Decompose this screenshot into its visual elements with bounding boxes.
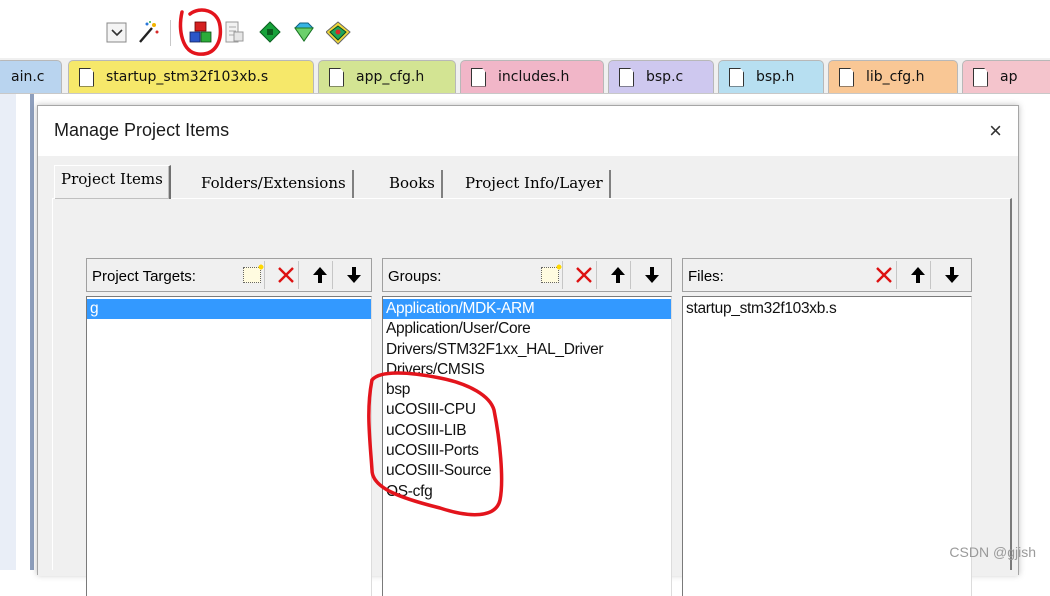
groups-group: Groups: Application/MDK-ARM Application/… <box>382 258 672 596</box>
tab-lib-cfg-h[interactable]: lib_cfg.h <box>828 60 958 93</box>
tab-books[interactable]: Books <box>383 170 443 198</box>
delete-group-button[interactable] <box>571 261 597 289</box>
list-item[interactable]: g <box>87 299 371 320</box>
file-icon <box>729 67 744 87</box>
files-list[interactable]: startup_stm32f103xb.s <box>682 296 972 596</box>
groups-label: Groups: <box>388 268 442 285</box>
move-target-up-button[interactable] <box>307 261 333 289</box>
tab-project-info-layer[interactable]: Project Info/Layer <box>459 170 611 198</box>
files-label: Files: <box>688 268 724 285</box>
delete-icon <box>277 267 294 283</box>
move-file-up-button[interactable] <box>905 261 931 289</box>
project-targets-list[interactable]: g <box>86 296 372 596</box>
close-icon[interactable]: × <box>989 120 1002 142</box>
dialog-body: Project Items Folders/Extensions Books P… <box>38 156 1018 596</box>
arrow-up-icon <box>910 267 925 283</box>
list-item[interactable]: Drivers/CMSIS <box>383 360 671 380</box>
tab-label: bsp.h <box>756 69 795 85</box>
new-group-button[interactable] <box>537 261 563 289</box>
gem-icon[interactable] <box>292 20 316 44</box>
tab-bsp-c[interactable]: bsp.c <box>608 60 714 93</box>
move-file-down-button[interactable] <box>939 261 965 289</box>
tab-bsp-h[interactable]: bsp.h <box>718 60 824 93</box>
project-targets-group: Project Targets: g <box>86 258 372 596</box>
tab-label: startup_stm32f103xb.s <box>106 69 269 85</box>
dialog-title: Manage Project Items <box>54 120 230 140</box>
arrow-down-icon <box>347 267 361 283</box>
file-icon <box>471 67 486 87</box>
file-icon <box>839 67 854 87</box>
list-item[interactable]: uCOSIII-Source <box>383 461 671 481</box>
toolbar-separator <box>170 20 171 46</box>
list-item[interactable]: Drivers/STM32F1xx_HAL_Driver <box>383 340 671 360</box>
tab-label: lib_cfg.h <box>866 69 925 85</box>
dropdown-arrow-icon[interactable] <box>106 20 130 44</box>
move-group-down-button[interactable] <box>639 261 665 289</box>
arrow-down-icon <box>945 267 959 283</box>
list-item[interactable]: startup_stm32f103xb.s <box>683 299 971 319</box>
manage-project-items-icon[interactable] <box>188 20 212 44</box>
tab-label: app_cfg.h <box>356 69 425 85</box>
tab-app-cfg-h[interactable]: app_cfg.h <box>318 60 456 93</box>
list-item[interactable]: bsp <box>383 380 671 400</box>
arrow-down-icon <box>645 267 659 283</box>
tab-project-items[interactable]: Project Items <box>54 165 171 199</box>
tab-label: ain.c <box>11 69 45 85</box>
tab-label: ap <box>1000 69 1018 85</box>
watermark: CSDN @gjish <box>949 544 1036 560</box>
list-item[interactable]: uCOSIII-LIB <box>383 421 671 441</box>
tab-includes-h[interactable]: includes.h <box>460 60 604 93</box>
groups-header: Groups: <box>382 258 672 292</box>
file-icon <box>79 67 94 87</box>
editor-margin-line <box>30 94 34 570</box>
delete-icon <box>575 267 592 283</box>
files-header: Files: <box>682 258 972 292</box>
list-item[interactable]: uCOSIII-CPU <box>383 400 671 420</box>
project-targets-header: Project Targets: <box>86 258 372 292</box>
list-item[interactable]: OS-cfg <box>383 482 671 502</box>
tab-folders-extensions[interactable]: Folders/Extensions <box>195 170 354 198</box>
list-item[interactable]: Application/MDK-ARM <box>383 299 671 320</box>
new-target-button[interactable] <box>239 261 265 289</box>
tab-label: bsp.c <box>646 69 684 85</box>
file-icon <box>329 67 344 87</box>
arrow-up-icon <box>610 267 625 283</box>
tab-main-c[interactable]: ain.c <box>0 60 62 93</box>
manage-project-items-dialog: Manage Project Items × Project Items Fol… <box>37 105 1019 596</box>
delete-file-button[interactable] <box>871 261 897 289</box>
file-icon <box>973 67 988 87</box>
magic-wand-icon[interactable] <box>136 20 160 44</box>
list-item[interactable]: uCOSIII-Ports <box>383 441 671 461</box>
list-item[interactable]: Application/User/Core <box>383 319 671 339</box>
new-item-icon <box>242 263 265 283</box>
toolbar <box>0 0 1050 58</box>
editor-tab-strip: ain.c startup_stm32f103xb.s app_cfg.h in… <box>0 58 1050 94</box>
books-icon[interactable] <box>222 20 246 44</box>
delete-target-button[interactable] <box>273 261 299 289</box>
groups-list[interactable]: Application/MDK-ARM Application/User/Cor… <box>382 296 672 596</box>
delete-icon <box>875 267 892 283</box>
move-target-down-button[interactable] <box>341 261 367 289</box>
move-group-up-button[interactable] <box>605 261 631 289</box>
multi-project-icon[interactable] <box>325 20 351 45</box>
tab-label: includes.h <box>498 69 570 85</box>
file-icon <box>619 67 634 87</box>
tab-startup-stm32f103xb-s[interactable]: startup_stm32f103xb.s <box>68 60 314 93</box>
tab-ap[interactable]: ap <box>962 60 1050 93</box>
new-item-icon <box>540 263 563 283</box>
arrow-up-icon <box>312 267 327 283</box>
editor-gutter <box>0 94 16 570</box>
green-diamond-icon[interactable] <box>258 20 282 44</box>
project-targets-label: Project Targets: <box>92 268 196 285</box>
files-group: Files: startup_stm32f103xb.s <box>682 258 972 596</box>
